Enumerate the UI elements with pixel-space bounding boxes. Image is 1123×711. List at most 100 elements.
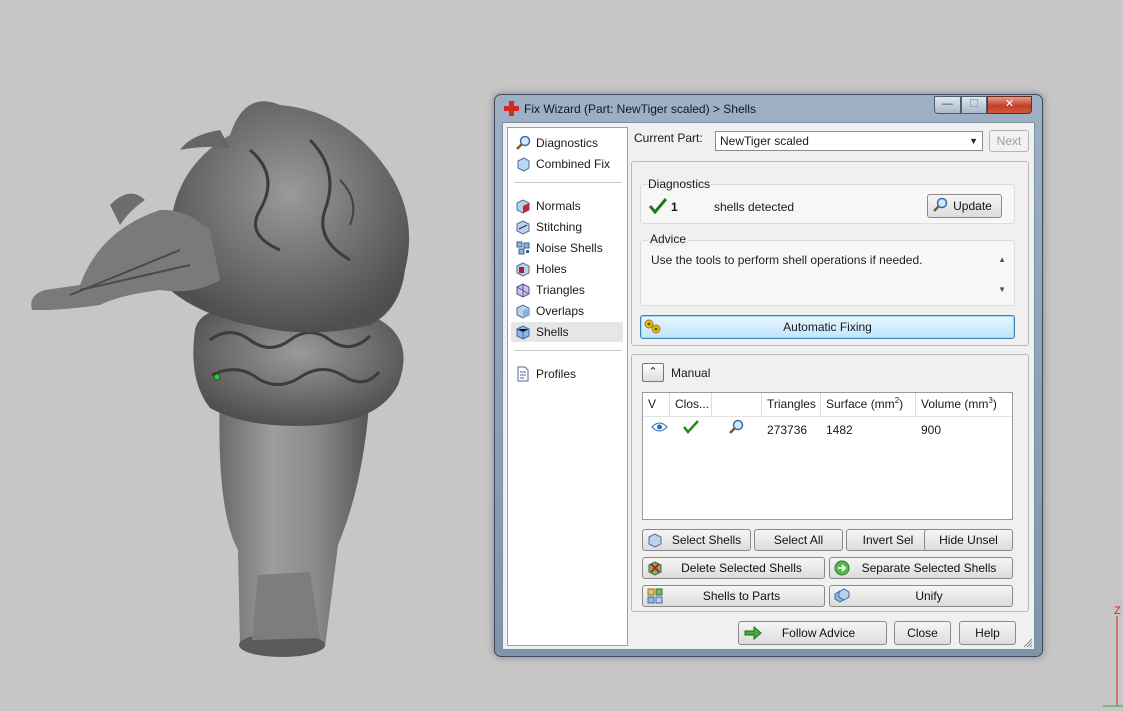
holes-cube-icon [516,262,530,277]
nav-item-label: Triangles [536,283,585,297]
nav-item-holes[interactable]: Holes [511,259,623,279]
closed-check-icon [683,420,699,434]
nav-item-diagnostics[interactable]: Diagnostics [511,133,623,153]
delete-selected-shells-button[interactable]: Delete Selected Shells [642,557,825,579]
unify-label: Unify [915,589,943,603]
separate-selected-shells-button[interactable]: Separate Selected Shells [829,557,1013,579]
minimize-button[interactable]: — [934,96,961,114]
noise-shells-icon [516,241,530,255]
help-button[interactable]: Help [959,621,1016,645]
nav-item-noise-shells[interactable]: Noise Shells [511,238,623,258]
shells-table[interactable]: V Clos... Triangles Surface (mm2) Volume… [642,392,1013,520]
advice-text: Use the tools to perform shell operation… [651,253,923,267]
nav-item-label: Diagnostics [536,136,599,150]
nav-item-profiles[interactable]: Profiles [511,364,623,384]
inspect-magnifier-icon[interactable] [728,419,744,435]
automatic-fixing-label: Automatic Fixing [783,320,872,334]
nav-item-label: Normals [536,199,581,213]
select-shells-button[interactable]: Select Shells [642,529,751,551]
nav-item-label: Profiles [536,367,577,381]
current-part-label: Current Part: [634,131,703,145]
magnifier-icon [516,135,531,150]
automatic-fixing-button[interactable]: Automatic Fixing [640,315,1015,339]
separate-selected-label: Separate Selected Shells [861,561,997,575]
triangles-cube-icon [516,283,530,298]
scroll-up-icon[interactable]: ▲ [998,255,1006,264]
nav-item-shells[interactable]: Shells [511,322,623,342]
column-visible[interactable]: V [643,393,670,416]
follow-advice-button[interactable]: Follow Advice [738,621,887,645]
magnifier-icon [933,197,948,212]
column-inspect[interactable] [712,393,762,416]
shells-to-parts-label: Shells to Parts [702,589,781,603]
column-triangles[interactable]: Triangles [762,393,821,416]
select-shells-label: Select Shells [671,533,742,547]
nav-item-label: Noise Shells [536,241,603,255]
column-surface[interactable]: Surface (mm2) [821,393,916,416]
shells-detected-text: shells detected [714,200,795,214]
nav-item-stitching[interactable]: Stitching [511,217,623,237]
red-cross-app-icon [504,101,519,116]
nav-item-triangles[interactable]: Triangles [511,280,623,300]
hide-unselected-button[interactable]: Hide Unsel [924,529,1013,551]
parts-cubes-icon [647,588,663,604]
delete-selected-label: Delete Selected Shells [681,561,802,575]
window-title: Fix Wizard (Part: NewTiger scaled) > She… [524,102,756,116]
shells-count: 1 [671,200,678,214]
unify-cubes-icon [834,588,850,603]
eye-visibility-icon[interactable] [651,421,668,433]
overlaps-cube-icon [516,304,530,319]
close-button[interactable]: Close [894,621,951,645]
cell-triangles: 273736 [767,423,808,437]
unify-button[interactable]: Unify [829,585,1013,607]
nav-item-overlaps[interactable]: Overlaps [511,301,623,321]
manual-panel: ⌃ Manual V Clos... Triangles Surface (mm… [631,354,1029,612]
current-part-value: NewTiger scaled [720,134,809,148]
diagnostics-panel: Diagnostics 1 shells detected Update Use… [631,161,1029,346]
stitching-cube-icon [516,220,530,235]
nav-item-combined-fix[interactable]: Combined Fix [511,154,623,174]
delete-cube-icon [648,561,662,576]
cell-volume: 900 [921,423,942,437]
next-button[interactable]: Next [989,130,1029,152]
invert-selection-button[interactable]: Invert Sel [846,529,930,551]
select-all-button[interactable]: Select All [754,529,843,551]
diagnostics-title: Diagnostics [648,177,711,191]
follow-advice-label: Follow Advice [781,626,856,640]
advice-text-area[interactable]: Use the tools to perform shell operation… [651,249,1010,294]
nav-item-label: Overlaps [536,304,585,318]
cube-icon [517,157,530,172]
scroll-down-icon[interactable]: ▼ [998,285,1006,294]
axis-z-label: Z [1114,605,1121,617]
axis-gizmo: Z [1103,605,1123,707]
sunflower-icon [644,319,661,334]
advice-title: Advice [648,232,689,246]
manual-title: Manual [671,366,711,380]
column-closed[interactable]: Clos... [670,393,712,416]
shells-cube-icon [516,325,530,340]
title-bar[interactable]: Fix Wizard (Part: NewTiger scaled) > She… [495,95,1042,121]
nav-item-label: Combined Fix [536,157,611,171]
table-header: V Clos... Triangles Surface (mm2) Volume… [643,393,1012,417]
collapse-manual-button[interactable]: ⌃ [642,363,664,382]
column-volume-label: Volume (mm [921,397,989,411]
nav-item-normals[interactable]: Normals [511,196,623,216]
nav-item-label: Holes [536,262,567,276]
nav-divider [514,182,622,183]
surface-unit-exponent: 2 [894,396,900,405]
check-icon [649,198,667,214]
wizard-nav: Diagnostics Combined Fix Normals Stitchi… [507,127,628,646]
close-window-button[interactable]: ✕ [987,96,1032,114]
column-volume[interactable]: Volume (mm3) [916,393,1012,416]
current-part-dropdown[interactable]: NewTiger scaled ▼ [715,131,983,151]
advice-group: Use the tools to perform shell operation… [640,240,1015,306]
fix-wizard-window: Fix Wizard (Part: NewTiger scaled) > She… [494,94,1043,657]
shells-to-parts-button[interactable]: Shells to Parts [642,585,825,607]
resize-grip-icon[interactable] [1023,638,1033,648]
tiger-head-model[interactable] [20,90,440,670]
volume-unit-exponent: 3 [988,396,993,405]
update-button[interactable]: Update [927,194,1002,218]
maximize-button[interactable]: ☐ [961,96,987,114]
normals-cube-icon [516,199,530,214]
update-label: Update [953,199,992,213]
